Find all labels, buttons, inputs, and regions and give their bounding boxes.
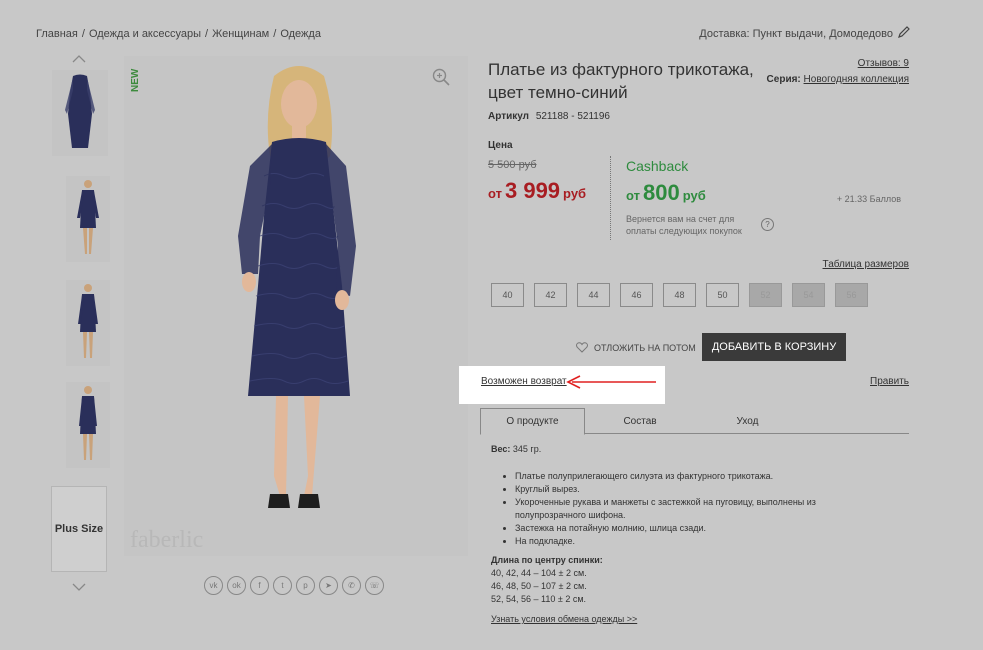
list-item: Круглый вырез.	[515, 483, 851, 496]
cashback-from: от	[626, 188, 640, 203]
size-selector: 40 42 44 46 48 50 52 54 56	[491, 283, 868, 307]
heart-icon	[576, 342, 588, 353]
chevron-down-icon	[72, 583, 86, 591]
thumbnail-2[interactable]	[66, 176, 110, 262]
old-price: 5 500 руб	[488, 159, 537, 171]
odnoklassniki-icon[interactable]: ok	[227, 576, 246, 595]
breadcrumb-clothing[interactable]: Одежда	[280, 28, 321, 40]
thumbnail-4[interactable]	[66, 382, 110, 468]
edit-link[interactable]: Править	[870, 376, 909, 387]
cashback-value: 800	[642, 180, 680, 205]
cashback-label: Cashback	[626, 158, 689, 174]
breadcrumb-women[interactable]: Женщинам	[212, 28, 269, 40]
twitter-icon[interactable]: t	[273, 576, 292, 595]
brand-watermark: faberlic	[130, 527, 204, 553]
cashback-amount: от 800 руб	[626, 180, 706, 206]
series-label: Серия:	[766, 74, 801, 85]
article-info: Артикул 521188 - 521196	[488, 111, 610, 122]
price-value: 3 999	[504, 178, 561, 203]
dress-thumbnail-icon	[65, 74, 95, 148]
dress-model-image	[238, 66, 356, 508]
breadcrumb-separator: /	[81, 28, 85, 40]
plus-size-link[interactable]: Plus Size	[51, 486, 107, 572]
viber-icon[interactable]: ☏	[365, 576, 384, 595]
reviews-link[interactable]: Отзывов: 9	[858, 58, 909, 69]
tab-about[interactable]: О продукте	[480, 408, 585, 435]
price-from: от	[488, 186, 502, 201]
price-divider	[610, 156, 611, 240]
model-thumbnail-icon	[78, 284, 98, 358]
article-label: Артикул	[488, 111, 530, 122]
breadcrumb-home[interactable]: Главная	[36, 28, 78, 40]
list-item: На подкладке.	[515, 535, 851, 548]
vk-icon[interactable]: vk	[204, 576, 223, 595]
exchange-conditions-link[interactable]: Узнать условия обмена одежды >>	[491, 614, 637, 624]
list-item: Платье полуприлегающего силуэта из факту…	[515, 470, 851, 483]
weight-info: Вес: 345 гр.	[491, 444, 541, 454]
zoom-icon[interactable]	[432, 68, 450, 86]
breadcrumb: Главная / Одежда и аксессуары / Женщинам / Оде…	[36, 28, 321, 40]
series-info: Серия: Новогодняя коллекция	[767, 74, 909, 85]
thumbnail-1[interactable]	[52, 70, 108, 156]
breadcrumb-separator: /	[273, 28, 277, 40]
thumb-up-arrow[interactable]	[50, 52, 108, 66]
thumbnail-3[interactable]	[66, 280, 110, 366]
chevron-up-icon	[72, 55, 86, 63]
add-to-cart-button[interactable]: ДОБАВИТЬ В КОРЗИНУ	[702, 333, 846, 361]
edit-pencil-icon[interactable]	[897, 25, 911, 39]
length-title: Длина по центру спинки:	[491, 555, 603, 565]
article-value: 521188 - 521196	[535, 111, 610, 122]
list-item: Застежка на потайную молнию, шлица сзади…	[515, 522, 851, 535]
size-option-56: 56	[835, 283, 868, 307]
main-product-image[interactable]	[124, 56, 468, 556]
telegram-icon[interactable]: ➤	[319, 576, 338, 595]
price-label: Цена	[488, 140, 513, 151]
help-icon[interactable]: ?	[761, 218, 774, 231]
model-thumbnail-icon	[79, 386, 97, 460]
product-title: Платье из фактурного трикотажа, цвет тем…	[488, 60, 754, 102]
facebook-icon[interactable]: f	[250, 576, 269, 595]
size-option-52: 52	[749, 283, 782, 307]
size-option-46[interactable]: 46	[620, 283, 653, 307]
size-option-50[interactable]: 50	[706, 283, 739, 307]
breadcrumb-clothing-accessories[interactable]: Одежда и аксессуары	[89, 28, 201, 40]
product-tabs: О продукте Состав Уход	[480, 408, 909, 435]
tab-composition[interactable]: Состав	[585, 408, 695, 434]
thumb-down-arrow[interactable]	[50, 580, 108, 594]
red-arrow-annotation	[566, 375, 656, 389]
current-price: от 3 999 руб	[488, 178, 586, 204]
series-link[interactable]: Новогодняя коллекция	[804, 74, 909, 85]
length-line: 40, 42, 44 – 104 ± 2 см.	[491, 568, 587, 578]
save-for-later-button[interactable]: ОТЛОЖИТЬ НА ПОТОМ	[576, 342, 696, 353]
list-item: Укороченные рукава и манжеты с застежкой…	[515, 496, 851, 522]
length-line: 52, 54, 56 – 110 ± 2 см.	[491, 594, 587, 604]
new-badge: NEW	[130, 68, 141, 92]
cashback-currency: руб	[682, 188, 706, 203]
breadcrumb-separator: /	[205, 28, 209, 40]
save-for-later-label: ОТЛОЖИТЬ НА ПОТОМ	[594, 342, 696, 353]
size-option-44[interactable]: 44	[577, 283, 610, 307]
weight-value: 345 гр.	[512, 444, 542, 454]
size-option-54: 54	[792, 283, 825, 307]
bonus-points: + 21.33 Баллов	[836, 194, 901, 204]
size-option-42[interactable]: 42	[534, 283, 567, 307]
feature-list: Платье полуприлегающего силуэта из факту…	[511, 470, 851, 548]
size-option-48[interactable]: 48	[663, 283, 696, 307]
price-currency: руб	[563, 186, 587, 201]
length-line: 46, 48, 50 – 107 ± 2 см.	[491, 581, 587, 591]
social-share-bar: vk ok f t p ➤ ✆ ☏	[204, 576, 384, 595]
return-possible-link[interactable]: Возможен возврат	[481, 376, 567, 387]
size-table-link[interactable]: Таблица размеров	[823, 259, 909, 270]
cashback-note: Вернется вам на счет для оплаты следующи…	[626, 214, 742, 236]
weight-label: Вес:	[491, 444, 511, 454]
delivery-location[interactable]: Доставка: Пункт выдачи, Домодедово	[699, 28, 893, 40]
tab-care[interactable]: Уход	[695, 408, 800, 434]
size-option-40[interactable]: 40	[491, 283, 524, 307]
pinterest-icon[interactable]: p	[296, 576, 315, 595]
whatsapp-icon[interactable]: ✆	[342, 576, 361, 595]
model-thumbnail-icon	[77, 180, 99, 254]
